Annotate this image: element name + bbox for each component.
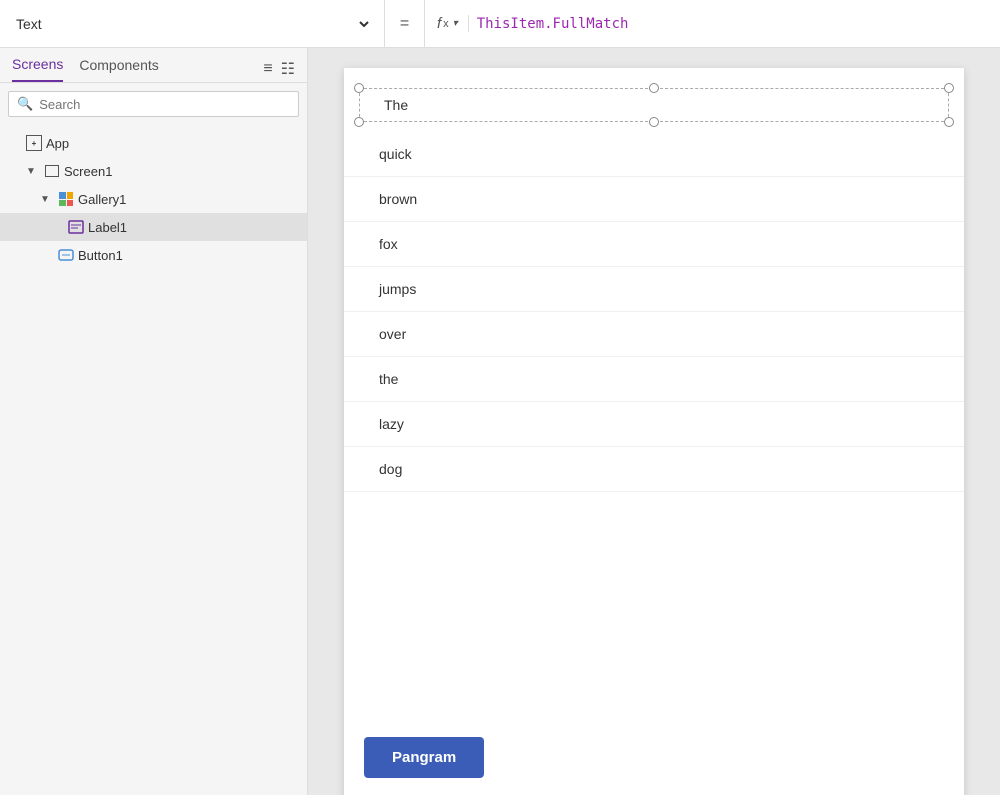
tree-item-app[interactable]: + App [0,129,307,157]
gallery-list-item-6: the [344,357,964,402]
gallery-list-item-7: lazy [344,402,964,447]
fx-button[interactable]: fx ▾ [437,15,469,32]
canvas-area: The quick brown fox jumps over the lazy … [308,48,1000,795]
tree-label-app: App [46,136,299,151]
handle-br [944,117,954,127]
list-view-icon[interactable]: ≡ [263,60,272,78]
expand-arrow-screen1: ▼ [26,166,40,177]
tree-label-button1: Button1 [78,248,299,263]
expand-arrow-gallery1: ▼ [40,194,54,205]
grid-view-icon[interactable]: ☷ [281,59,295,79]
formula-bar: fx ▾ ThisItem.FullMatch [425,0,1000,47]
gallery-item-selected[interactable]: The [359,88,949,122]
gallery-icon [58,191,74,207]
search-input[interactable] [39,97,290,112]
handle-bl [354,117,364,127]
phone-frame: The quick brown fox jumps over the lazy … [344,68,964,795]
sidebar-tabs: Screens Components ≡ ☷ [0,48,307,83]
gallery-list-item-5: over [344,312,964,357]
pangram-button[interactable]: Pangram [364,737,484,778]
app-icon: + [26,135,42,151]
label-icon [68,219,84,235]
tree-item-screen1[interactable]: ▼ Screen1 [0,157,307,185]
formula-expression: ThisItem.FullMatch [477,16,629,32]
property-dropdown[interactable]: Text [0,0,385,47]
handle-bm [649,117,659,127]
gallery-list-item-1: quick [344,132,964,177]
sidebar: Screens Components ≡ ☷ 🔍 + App [0,48,308,795]
handle-tm [649,83,659,93]
search-icon: 🔍 [17,96,33,112]
gallery-list-item-4: jumps [344,267,964,312]
tab-screens[interactable]: Screens [12,56,63,82]
tree-item-label1[interactable]: Label1 [0,213,307,241]
equals-sign: = [385,0,425,47]
button-container: Pangram [364,737,484,778]
gallery-item-text-0: The [380,97,408,113]
gallery-list-item-3: fox [344,222,964,267]
gallery-list-item-2: brown [344,177,964,222]
tree-item-gallery1[interactable]: ▼ Gallery1 [0,185,307,213]
handle-tr [944,83,954,93]
tree-label-gallery1: Gallery1 [78,192,299,207]
tree-label-label1: Label1 [88,220,299,235]
gallery-list-item-8: dog [344,447,964,492]
search-box[interactable]: 🔍 [8,91,299,117]
tree-area: + App ▼ Screen1 ▼ [0,125,307,795]
tree-label-screen1: Screen1 [64,164,299,179]
button-icon [58,247,74,263]
screen-icon [44,163,60,179]
tab-components[interactable]: Components [79,57,158,81]
main-content: Screens Components ≡ ☷ 🔍 + App [0,48,1000,795]
top-bar: Text = fx ▾ ThisItem.FullMatch [0,0,1000,48]
gallery-container: The quick brown fox jumps over the lazy … [344,68,964,502]
property-select[interactable]: Text [12,15,372,33]
tree-item-button1[interactable]: Button1 [0,241,307,269]
sidebar-tab-icons: ≡ ☷ [263,59,295,79]
handle-tl [354,83,364,93]
